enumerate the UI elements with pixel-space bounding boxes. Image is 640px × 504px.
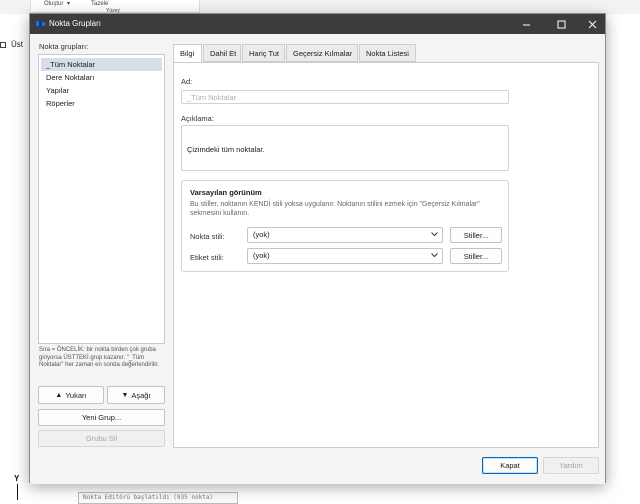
name-field-value: _Tüm Noktalar — [187, 93, 237, 102]
ribbon-item-olustur[interactable]: Oluştur — [44, 1, 63, 7]
move-down-button[interactable]: ▼ Aşağı — [107, 386, 165, 404]
background-axis-label: Y — [14, 474, 20, 483]
arrow-up-icon: ▲ — [55, 391, 63, 399]
name-label: Ad: — [181, 77, 193, 86]
background-ust-label: Üst — [0, 40, 23, 49]
groups-label: Nokta grupları: — [39, 42, 89, 51]
priority-note: Sıra = ÖNCELİK: bir nokta birden çok gru… — [39, 347, 159, 368]
tab-bilgi[interactable]: Bilgi — [173, 44, 202, 63]
point-style-select[interactable]: (yok) — [247, 227, 443, 243]
ribbon-dropdown-icon: ▾ — [67, 1, 71, 7]
label-styles-button[interactable]: Stiller... — [450, 248, 502, 264]
list-item[interactable]: _Tüm Noktalar — [41, 58, 162, 71]
chevron-down-icon — [431, 232, 438, 237]
point-styles-button[interactable]: Stiller... — [450, 227, 502, 243]
dialog-titlebar[interactable]: Nokta Grupları — [30, 14, 605, 34]
close-window-button[interactable] — [576, 14, 608, 34]
description-field-value: Çizimdeki tüm noktalar. — [187, 145, 265, 154]
tab-haric-tut[interactable]: Hariç Tut — [242, 44, 285, 62]
point-style-label: Nokta stili: — [190, 232, 225, 241]
point-style-value: (yok) — [253, 230, 270, 239]
tab-dahil-et[interactable]: Dahil Et — [203, 44, 241, 62]
move-down-label: Aşağı — [131, 390, 151, 400]
chevron-down-icon — [431, 253, 438, 258]
list-item[interactable]: Yapılar — [41, 84, 162, 97]
ribbon-item-tazele[interactable]: Tazele — [91, 1, 108, 7]
app-icon — [36, 20, 45, 27]
label-style-value: (yok) — [253, 251, 270, 260]
list-item[interactable]: Dere Noktaları — [41, 71, 162, 84]
default-appearance-group: Varsayılan görünüm Bu stiller, noktanın … — [181, 180, 509, 272]
background-command-line[interactable]: Nokta Editörü başlatıldı (935 nokta) — [78, 492, 238, 504]
tab-nokta-listesi[interactable]: Nokta Listesi — [359, 44, 416, 62]
groups-listbox[interactable]: _Tüm Noktalar Dere Noktaları Yapılar Röp… — [38, 54, 165, 344]
nokta-gruplari-dialog: Nokta Grupları Nokta grupları: _Tüm Nokt… — [29, 13, 606, 484]
default-appearance-title: Varsayılan görünüm — [190, 188, 262, 197]
help-button[interactable]: Yardım — [543, 457, 599, 474]
arrow-down-icon: ▼ — [121, 391, 129, 399]
label-style-label: Etiket stili: — [190, 253, 224, 262]
name-field[interactable]: _Tüm Noktalar — [181, 90, 509, 104]
label-style-select[interactable]: (yok) — [247, 248, 443, 264]
maximize-icon — [557, 20, 565, 28]
default-appearance-description: Bu stiller, noktanın KENDİ stili yoksa u… — [190, 201, 480, 217]
delete-group-button[interactable]: Grubu Sil — [38, 430, 165, 447]
move-up-button[interactable]: ▲ Yukarı — [38, 386, 104, 404]
tab-gecersiz-kilmalar[interactable]: Geçersiz Kılmalar — [286, 44, 358, 62]
description-label: Açıklama: — [181, 114, 214, 123]
close-icon — [588, 20, 596, 28]
maximize-button[interactable] — [545, 14, 577, 34]
move-up-label: Yukarı — [65, 390, 87, 400]
minimize-button[interactable] — [510, 14, 542, 34]
list-item[interactable]: Röperler — [41, 97, 162, 110]
new-group-button[interactable]: Yeni Grup... — [38, 409, 165, 426]
close-button[interactable]: Kapat — [482, 457, 538, 474]
square-icon — [0, 41, 6, 48]
background-axis-line — [17, 484, 18, 500]
description-field[interactable]: Çizimdeki tüm noktalar. — [181, 125, 509, 171]
dialog-title: Nokta Grupları — [49, 19, 102, 28]
minimize-icon — [522, 24, 530, 25]
